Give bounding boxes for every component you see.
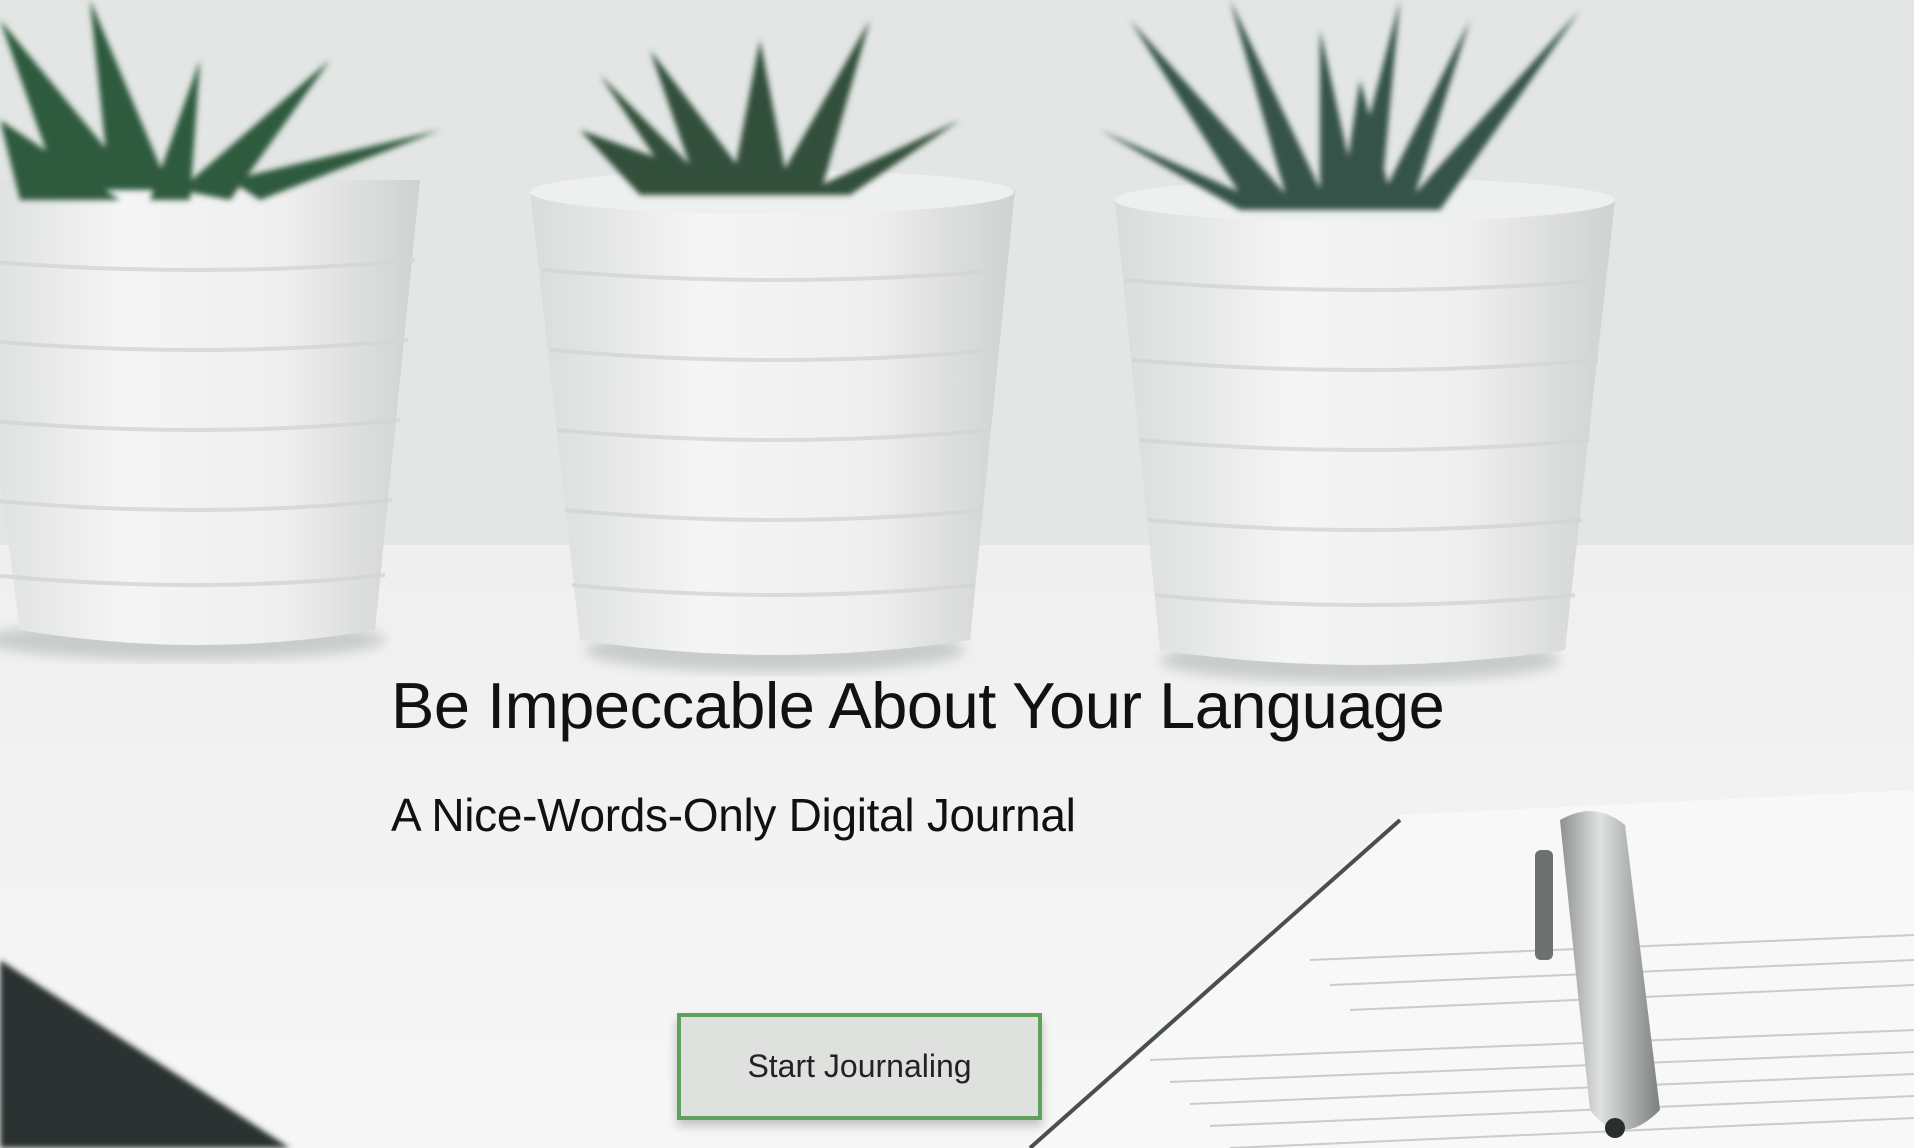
hero-section: Be Impeccable About Your Language A Nice… [0,0,1914,1148]
hero-headline: Be Impeccable About Your Language [391,669,1445,742]
succulent-plants-photo-icon [0,0,1914,1148]
start-journaling-button[interactable]: Start Journaling [677,1013,1042,1120]
hero-subheadline: A Nice-Words-Only Digital Journal [391,789,1076,841]
